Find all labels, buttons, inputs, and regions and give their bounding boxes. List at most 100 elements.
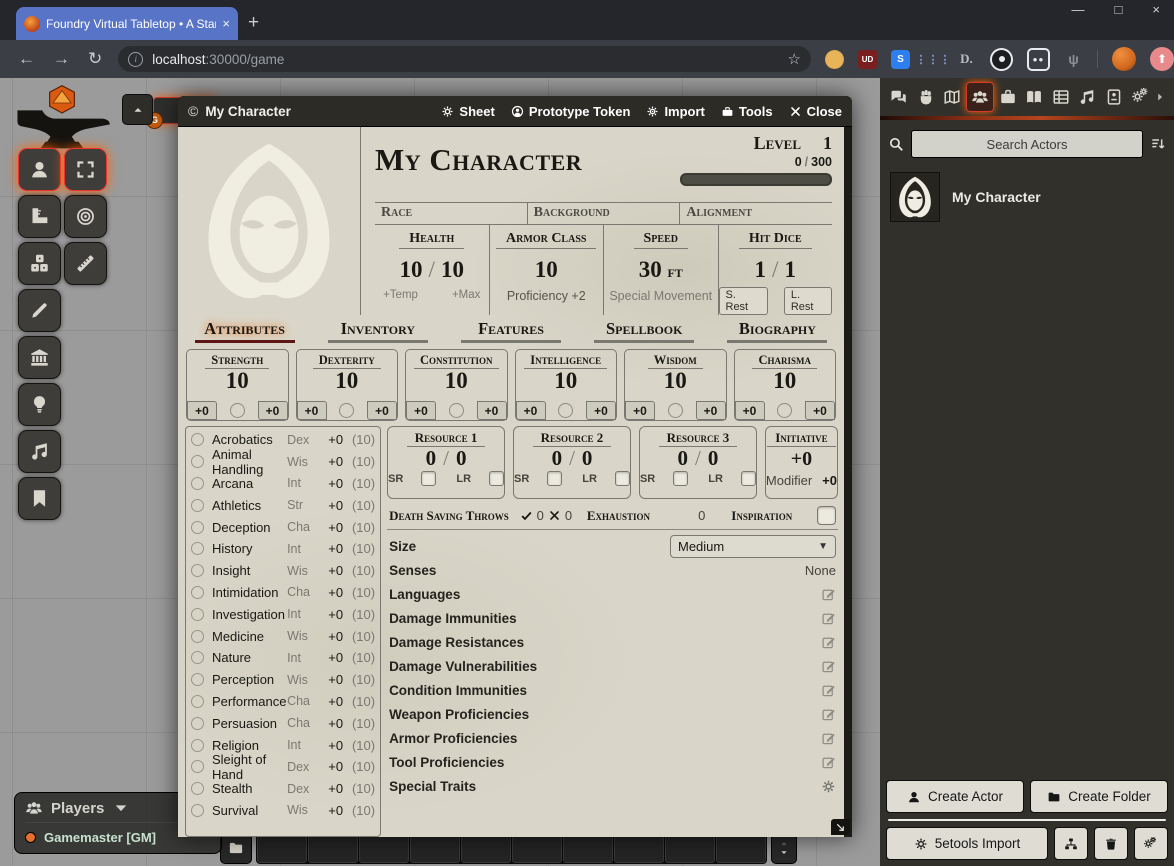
window-header-button[interactable]: Prototype Token [511,104,631,119]
ability-check-mod[interactable]: +0 [258,401,288,420]
ability-name[interactable]: Constitution [414,353,499,369]
ability-proficiency-radio[interactable] [777,403,792,418]
exhaustion-value[interactable]: 0 [698,508,705,523]
skill-proficiency-radio[interactable] [191,695,204,708]
ability-save-mod[interactable]: +0 [516,401,546,420]
cross-icon[interactable] [548,509,561,522]
grid-extension-icon[interactable]: ⋮⋮⋮ [924,50,943,69]
scene-nav-collapse-button[interactable] [122,94,153,125]
config-gear-icon[interactable] [821,779,836,794]
hp-current[interactable]: 10 [400,257,423,282]
detail-field[interactable]: Race [375,203,527,224]
skill-row[interactable]: Investigation Int +0 (10) [191,603,375,625]
tab-combat[interactable] [913,83,940,111]
skill-row[interactable]: History Int +0 (10) [191,538,375,560]
skill-row[interactable]: Medicine Wis +0 (10) [191,625,375,647]
tile-controls-button[interactable] [18,242,61,285]
skill-proficiency-radio[interactable] [191,717,204,730]
measure-templates-button[interactable] [18,195,61,238]
note-controls-button[interactable] [18,477,61,520]
ability-check-mod[interactable]: +0 [586,401,616,420]
speed-value[interactable]: 30 [639,257,662,282]
skill-proficiency-radio[interactable] [191,608,204,621]
resource-max[interactable]: 0 [582,446,593,470]
tab-chat[interactable] [886,83,913,111]
drawing-tools-button[interactable] [18,289,61,332]
tab-actors[interactable] [966,82,995,112]
ability-check-mod[interactable]: +0 [696,401,726,420]
create-actor-button[interactable]: Create Actor [886,780,1024,813]
bookmark-star-icon[interactable]: ☆ [788,50,801,68]
camera-extension-icon[interactable] [990,48,1013,71]
search-input[interactable] [911,130,1143,158]
macro-slot[interactable] [665,833,715,863]
resource-max[interactable]: 0 [708,446,719,470]
new-tab-button[interactable]: + [248,10,259,36]
skill-row[interactable]: Animal Handling Wis +0 (10) [191,451,375,473]
tab-scenes[interactable] [939,83,966,111]
sort-icon[interactable] [1150,136,1166,152]
ability-score[interactable]: 10 [735,369,836,393]
skill-proficiency-radio[interactable] [191,433,204,446]
ruler-tool-button[interactable] [64,242,107,285]
sheet-tab[interactable]: Biography [711,319,844,343]
macro-slot[interactable] [563,833,613,863]
window-header-button[interactable]: Import [646,104,704,119]
skill-proficiency-radio[interactable] [191,542,204,555]
resource-value[interactable]: 0 [552,446,563,470]
level-value[interactable]: 1 [823,133,832,154]
edit-icon[interactable] [821,731,836,746]
skill-row[interactable]: Arcana Int +0 (10) [191,473,375,495]
xp-value[interactable]: 0/300 [680,155,832,169]
lighting-controls-button[interactable] [18,383,61,426]
s-extension-icon[interactable]: S [891,50,910,69]
detail-field[interactable]: Alignment [679,203,832,224]
skill-proficiency-radio[interactable] [191,673,204,686]
skill-row[interactable]: Survival Wis +0 (10) [191,800,375,822]
ability-save-mod[interactable]: +0 [187,401,217,420]
macro-slot[interactable] [308,833,358,863]
skill-proficiency-radio[interactable] [191,564,204,577]
skill-proficiency-radio[interactable] [191,739,204,752]
ability-score[interactable]: 10 [187,369,288,393]
skill-row[interactable]: Sleight of Hand Dex +0 (10) [191,756,375,778]
edit-icon[interactable] [821,635,836,650]
back-button[interactable]: ← [18,49,35,69]
ability-save-mod[interactable]: +0 [625,401,655,420]
hp-max[interactable]: 10 [441,257,464,282]
macro-slot[interactable] [359,833,409,863]
tab-close-icon[interactable]: × [222,16,230,31]
ac-value[interactable]: 10 [535,257,558,282]
macro-slot[interactable] [257,833,307,863]
character-name[interactable]: My Character [375,143,680,177]
window-header-button[interactable]: Close [789,104,842,119]
shield-extension-icon[interactable]: UD [858,50,877,69]
skill-proficiency-radio[interactable] [191,651,204,664]
tab-compendium[interactable] [1101,83,1128,111]
resource-max[interactable]: 0 [456,446,467,470]
skill-proficiency-radio[interactable] [191,804,204,817]
window-header-button[interactable]: Sheet [441,104,494,119]
tab-playlists[interactable] [1074,83,1101,111]
ability-check-mod[interactable]: +0 [367,401,397,420]
long-rest-checkbox[interactable] [741,471,756,486]
edit-icon[interactable] [821,659,836,674]
ability-name[interactable]: Strength [205,353,269,369]
resource-value[interactable]: 0 [426,446,437,470]
browser-tab[interactable]: Foundry Virtual Tabletop • A Stan × [16,7,238,40]
short-rest-checkbox[interactable] [547,471,562,486]
skill-proficiency-radio[interactable] [191,455,204,468]
hp-temp-label[interactable]: +Temp [383,289,418,301]
long-rest-button[interactable]: L. Rest [784,287,832,315]
special-movement-label[interactable]: Special Movement [609,289,712,303]
sidebar-collapse-icon[interactable] [1154,91,1168,103]
edit-icon[interactable] [821,683,836,698]
settings-button[interactable] [1134,827,1168,860]
skill-row[interactable]: Deception Cha +0 (10) [191,516,375,538]
skill-proficiency-radio[interactable] [191,521,204,534]
5etools-import-button[interactable]: 5etools Import [886,827,1048,860]
skill-proficiency-radio[interactable] [191,477,204,490]
initiative-modifier[interactable]: +0 [822,473,837,488]
profile-avatar[interactable] [1112,47,1136,71]
macro-slot[interactable] [614,833,664,863]
